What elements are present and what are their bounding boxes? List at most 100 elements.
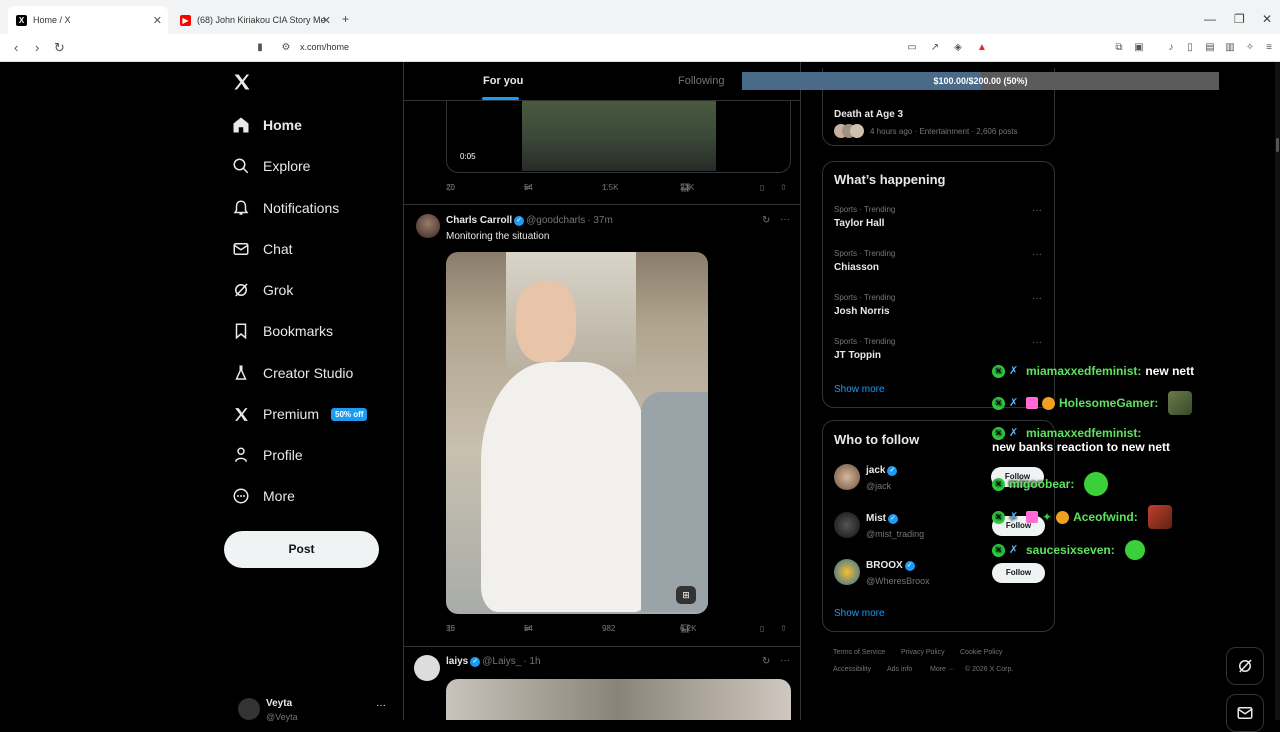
more-options-icon[interactable]: ···	[780, 214, 790, 225]
nav-creator-studio[interactable]: Creator Studio	[230, 358, 353, 388]
tweet-image[interactable]: ⊞	[446, 252, 708, 614]
tweet-time[interactable]: · 1h	[523, 656, 540, 667]
sword-badge-icon: ✗	[1009, 426, 1019, 439]
footer-ads-link[interactable]: Ads info	[887, 666, 912, 673]
scrollbar[interactable]	[1275, 62, 1280, 720]
trend-item[interactable]: Sports · Trending Chiasson ···	[834, 249, 1046, 273]
forward-icon[interactable]: ›	[35, 40, 39, 55]
show-more-link[interactable]: Show more	[834, 384, 885, 395]
share-button[interactable]: ⇧	[780, 183, 787, 192]
reader-icon[interactable]: ▤	[1204, 42, 1216, 54]
trend-item[interactable]: Sports · Trending JT Toppin ···	[834, 337, 1046, 361]
nav-notifications[interactable]: Notifications	[230, 193, 339, 223]
cast-icon[interactable]: ▭	[906, 42, 918, 54]
maximize-icon[interactable]: ❐	[1234, 12, 1245, 26]
image-alt-icon[interactable]: ⊞	[676, 586, 696, 604]
more-options-icon[interactable]: ···	[1032, 205, 1042, 216]
tweet-author-name[interactable]: laiys	[446, 656, 468, 667]
avatar	[834, 559, 860, 585]
close-tab-icon[interactable]: ✕	[322, 14, 331, 27]
x-logo-icon[interactable]	[232, 72, 254, 94]
close-window-icon[interactable]: ✕	[1262, 12, 1272, 26]
grok-icon[interactable]: ↻	[762, 215, 770, 226]
nav-profile[interactable]: Profile	[230, 440, 303, 470]
tweet-author-handle[interactable]: @goodcharls	[526, 215, 585, 226]
nav-label: More	[263, 488, 295, 504]
avatar[interactable]	[416, 214, 440, 238]
nav-bookmarks[interactable]: Bookmarks	[230, 316, 333, 346]
grok-icon[interactable]: ↻	[762, 656, 770, 667]
extensions-icon[interactable]: ⧉	[1113, 42, 1125, 54]
tab-following[interactable]: Following	[678, 75, 724, 87]
menu-icon[interactable]: ≡	[1263, 42, 1275, 54]
grok-floating-button[interactable]	[1226, 647, 1264, 685]
close-tab-icon[interactable]: ✕	[153, 14, 162, 27]
reply-button[interactable]: 💬︎ 20	[446, 183, 456, 192]
green-face-emote-icon	[1084, 472, 1109, 496]
screenshot-icon[interactable]: ▣	[1133, 42, 1145, 54]
like-button[interactable]: ♡ 982	[602, 624, 615, 633]
footer-accessibility-link[interactable]: Accessibility	[833, 666, 871, 673]
scrollbar-thumb[interactable]	[1276, 138, 1279, 152]
trend-item[interactable]: Sports · Trending Taylor Hall ···	[834, 205, 1046, 229]
repost-button[interactable]: ⇄ 54	[524, 183, 533, 192]
bookmark-button[interactable]: ▯	[760, 183, 764, 192]
repost-button[interactable]: ⇄ 54	[524, 624, 533, 633]
trend-name: Josh Norris	[834, 306, 890, 317]
tweet-image[interactable]	[446, 679, 791, 720]
nav-label: Premium	[263, 406, 320, 422]
tweet-author-name[interactable]: Charls Carroll	[446, 215, 512, 226]
footer-more-link[interactable]: More ···	[930, 666, 955, 673]
ai-icon[interactable]: ✧	[1244, 42, 1256, 54]
nav-explore[interactable]: Explore	[230, 151, 310, 181]
sidebar-icon[interactable]: ▯	[1184, 42, 1196, 54]
show-more-link[interactable]: Show more	[834, 608, 885, 619]
reply-button[interactable]: 💬︎ 36	[446, 624, 456, 633]
messages-floating-button[interactable]	[1226, 694, 1264, 732]
tweet-time[interactable]: · 37m	[587, 215, 613, 226]
browser-tab-youtube[interactable]: ▶ (68) John Kiriakou CIA Story Meme C ✕	[172, 6, 337, 34]
tweet-author-handle[interactable]: @Laiys_	[482, 656, 521, 667]
tab-for-you[interactable]: For you	[483, 75, 523, 87]
post-button[interactable]: Post	[224, 531, 379, 568]
views-button[interactable]: 📊︎ 23K	[680, 183, 694, 192]
share-icon[interactable]: ↗	[929, 42, 941, 54]
minimize-icon[interactable]: —	[1204, 12, 1216, 26]
more-options-icon[interactable]: ···	[376, 700, 386, 711]
reply-count: 20	[446, 183, 455, 192]
footer-terms-link[interactable]: Terms of Service	[833, 649, 885, 656]
video-player[interactable]: 0:05	[446, 101, 791, 173]
nav-chat[interactable]: Chat	[230, 234, 293, 264]
like-button[interactable]: ♡ 1.5K	[602, 183, 618, 192]
footer-privacy-link[interactable]: Privacy Policy	[901, 649, 945, 656]
suggestion-name: jack ✓	[866, 465, 899, 476]
views-button[interactable]: 📊︎ 6.2K	[680, 624, 696, 633]
wallet-icon[interactable]: ▥	[1224, 42, 1236, 54]
footer-cookie-link[interactable]: Cookie Policy	[960, 649, 1002, 656]
more-options-icon[interactable]: ···	[1032, 337, 1042, 348]
avatar[interactable]	[414, 655, 440, 681]
trend-item[interactable]: Sports · Trending Josh Norris ···	[834, 293, 1046, 317]
bookmark-button[interactable]: ▯	[760, 624, 764, 633]
nav-more[interactable]: More	[230, 481, 295, 511]
nav-grok[interactable]: Grok	[230, 275, 293, 305]
browser-tab-home[interactable]: X Home / X ✕	[8, 6, 168, 34]
address-bar[interactable]: x.com/home	[300, 42, 349, 52]
more-options-icon[interactable]: ···	[1032, 249, 1042, 260]
nav-home[interactable]: Home	[230, 110, 302, 140]
music-icon[interactable]: ♪	[1165, 42, 1177, 54]
donation-progress-bar: $100.00/$200.00 (50%)	[742, 72, 1219, 90]
person-icon	[230, 444, 252, 466]
more-options-icon[interactable]: ···	[780, 655, 790, 666]
share-button[interactable]: ⇧	[780, 624, 787, 633]
new-tab-icon[interactable]: +	[342, 12, 349, 26]
alert-icon[interactable]: ▲	[976, 42, 988, 54]
more-options-icon[interactable]: ···	[1032, 293, 1042, 304]
bookmark-page-icon[interactable]: ▮	[254, 42, 266, 54]
shield-icon[interactable]: ◈	[952, 42, 964, 54]
nav-premium[interactable]: Premium 50% off	[230, 399, 368, 429]
site-info-icon[interactable]: ⚙	[280, 42, 292, 54]
reload-icon[interactable]: ↻	[54, 40, 65, 56]
back-icon[interactable]: ‹	[14, 40, 18, 55]
follow-button[interactable]: Follow	[992, 563, 1045, 583]
